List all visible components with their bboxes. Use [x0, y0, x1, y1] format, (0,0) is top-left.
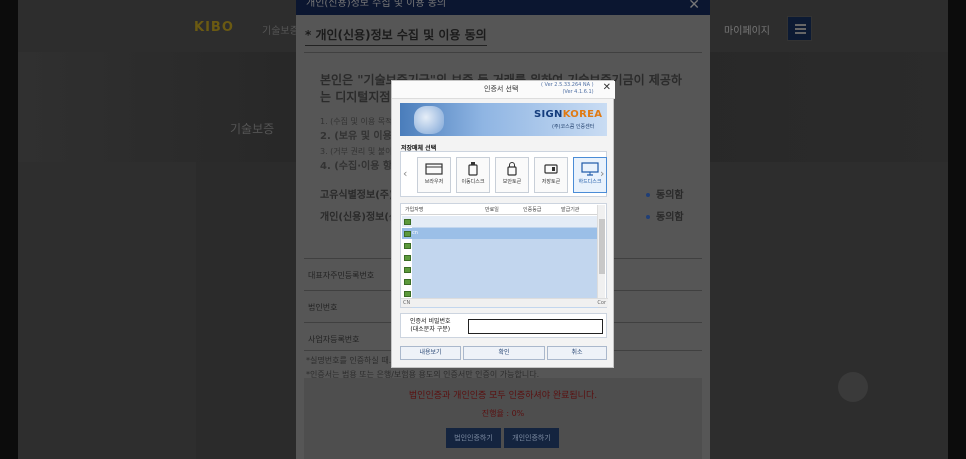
result-message: 법인인증과 개인인증 모두 인증하셔야 완료됩니다.: [408, 391, 598, 401]
media-label: 저장토큰: [541, 179, 561, 185]
certificate-icon: [404, 219, 411, 225]
certificate-icon: [404, 291, 411, 297]
view-cert-button[interactable]: 내용보기: [400, 346, 461, 360]
version-line-1: ( Ver 2.5.33.264 NA ): [541, 82, 594, 88]
scroll-left-label: CN: [403, 300, 411, 306]
radio-icon: [646, 215, 650, 219]
cancel-button[interactable]: 취소: [547, 346, 607, 360]
certificate-icon: [404, 267, 411, 273]
col-grade[interactable]: 인증등급: [523, 206, 541, 213]
cell-subject: cn: [412, 230, 418, 236]
version-line-2: (Ver 4.1.6.1): [562, 89, 594, 95]
chevron-right-icon[interactable]: ›: [600, 167, 604, 180]
media-usb[interactable]: 이동디스크: [456, 157, 490, 193]
browser-icon: [425, 163, 443, 175]
banner-subtitle: (주)코스콤 인증센터: [552, 124, 595, 130]
security-token-icon: [507, 162, 517, 176]
table-row[interactable]: [402, 276, 598, 287]
mypage-link[interactable]: 마이페이지: [724, 22, 770, 37]
menu-icon: [795, 24, 806, 26]
side-menu: [196, 162, 296, 459]
password-label: 인증서 비밀번호 (대소문자 구분): [410, 318, 451, 334]
password-label-line-2: (대소문자 구분): [410, 326, 451, 333]
col-subject[interactable]: 가입자명: [405, 206, 423, 213]
menu-icon-bar: [795, 32, 806, 34]
password-section: 인증서 비밀번호 (대소문자 구분): [400, 313, 607, 338]
site-logo-sub: 기술보증: [262, 26, 299, 37]
media-security-token[interactable]: 보안토큰: [495, 157, 529, 193]
personal-cert-button[interactable]: 개인인증하기: [504, 428, 559, 448]
ok-button[interactable]: 확인: [463, 346, 545, 360]
cert-list-header: 가입자명 만료일 인증등급 발급기관: [401, 204, 598, 215]
section-title: * 개인(신용)정보 수집 및 이용 동의: [305, 26, 487, 46]
note-1: *실명번호를 인증하실 때...: [306, 356, 397, 365]
scroll-thumb[interactable]: [599, 219, 605, 274]
table-row[interactable]: [402, 264, 598, 275]
hard-disk-icon: [581, 162, 599, 176]
agree-label-1: 고유식별정보(주): [320, 190, 394, 201]
storage-token-icon: [544, 164, 558, 174]
usb-icon: [468, 162, 478, 176]
close-icon[interactable]: ✕: [603, 82, 611, 93]
menu-button[interactable]: [787, 16, 812, 41]
dialog-title: 인증서 선택: [484, 85, 519, 93]
certificate-icon: [404, 255, 411, 261]
divider: [304, 52, 702, 53]
col-expiry[interactable]: 만료일: [485, 206, 499, 213]
signkorea-logo: SIGNKOREA: [534, 109, 602, 120]
signkorea-banner: SIGNKOREA (주)코스콤 인증센터: [400, 103, 607, 136]
hero-text: 기술보증: [230, 122, 275, 136]
certificate-icon: [404, 231, 411, 237]
media-storage-token[interactable]: 저장토큰: [534, 157, 568, 193]
chat-icon[interactable]: [838, 372, 868, 402]
media-label: 보안토큰: [502, 179, 522, 185]
right-panel: [710, 162, 948, 459]
col-issuer[interactable]: 발급기관: [561, 206, 579, 213]
storage-selector: ‹ 브라우저 이동디스크 보안토큰 저장토큰 하드디스크 ›: [400, 151, 607, 197]
agree-status-1: 동의함: [656, 190, 684, 201]
modal-title: 개인(신용)정보 수집 및 이용 동의: [296, 0, 710, 15]
vertical-scrollbar[interactable]: [597, 205, 605, 298]
banner-graphic: [414, 106, 444, 134]
brand-part-b: KOREA: [562, 109, 603, 120]
site-logo[interactable]: KIBO: [194, 20, 234, 35]
right-margin: [948, 0, 966, 459]
menu-icon-bar: [795, 28, 806, 30]
media-label: 이동디스크: [461, 179, 485, 185]
left-margin: [0, 0, 18, 459]
table-row[interactable]: [402, 240, 598, 251]
horizontal-scrollbar[interactable]: CN Cor: [401, 298, 608, 307]
agree-status-2: 동의함: [656, 212, 684, 223]
agree-radio-1[interactable]: 동의함: [646, 186, 684, 201]
corp-number-label: 법인번호: [308, 303, 338, 312]
scroll-right-label: Cor: [597, 300, 606, 306]
media-browser[interactable]: 브라우저: [417, 157, 451, 193]
media-label: 브라우저: [424, 179, 444, 185]
ceo-id-label: 대표자주민등록번호: [308, 271, 375, 280]
radio-icon: [646, 193, 650, 197]
dialog-titlebar: 인증서 선택 ( Ver 2.5.33.264 NA ) (Ver 4.1.6.…: [392, 81, 615, 99]
business-number-label: 사업자등록번호: [308, 335, 360, 344]
certificate-icon: [404, 243, 411, 249]
table-row[interactable]: [402, 216, 598, 227]
password-label-line-1: 인증서 비밀번호: [410, 318, 451, 325]
password-input[interactable]: [468, 319, 603, 334]
cert-dialog: 인증서 선택 ( Ver 2.5.33.264 NA ) (Ver 4.1.6.…: [391, 80, 615, 368]
brand-part-a: SIGN: [534, 109, 563, 120]
certificate-icon: [404, 279, 411, 285]
cert-list: 가입자명 만료일 인증등급 발급기관 cn CN Cor: [400, 203, 608, 308]
progress-text: 진행율 : 0%: [481, 409, 525, 418]
table-row-selected[interactable]: cn: [402, 228, 598, 239]
corp-cert-button[interactable]: 법인인증하기: [446, 428, 501, 448]
table-row[interactable]: [402, 252, 598, 263]
chevron-left-icon[interactable]: ‹: [403, 167, 407, 180]
close-icon[interactable]: ✕: [688, 0, 700, 13]
dialog-version: ( Ver 2.5.33.264 NA ) (Ver 4.1.6.1): [541, 82, 594, 96]
result-box: 법인인증과 개인인증 모두 인증하셔야 완료됩니다. 진행율 : 0%: [304, 378, 702, 459]
agree-radio-2[interactable]: 동의함: [646, 208, 684, 223]
